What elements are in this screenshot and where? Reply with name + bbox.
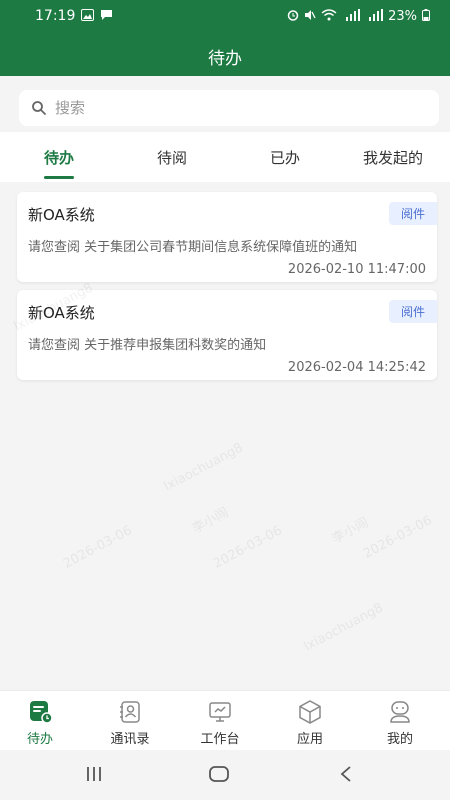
signal-icon-1	[342, 9, 361, 23]
app-header: 17:19 23% 待办	[0, 0, 450, 76]
mute-icon	[304, 9, 316, 23]
card-timestamp: 2026-02-10 11:47:00	[287, 262, 426, 277]
tab-initiated[interactable]: 我发起的	[363, 147, 423, 168]
search-input[interactable]	[55, 99, 415, 117]
gallery-icon	[81, 9, 95, 23]
home-icon	[209, 766, 229, 782]
search-icon	[32, 101, 46, 115]
card-timestamp: 2026-02-04 14:25:42	[287, 360, 426, 375]
status-bar: 17:19 23%	[0, 0, 450, 32]
search-box[interactable]	[19, 90, 439, 126]
nav-label: 工作台	[200, 732, 240, 747]
watermark-text: 2026-03-06	[360, 513, 435, 562]
back-icon	[340, 766, 351, 782]
workbench-icon	[209, 702, 231, 722]
battery-icon	[422, 9, 430, 23]
watermark-text: lxiaochuang8	[161, 440, 246, 495]
todo-icon	[30, 701, 53, 724]
tab-to-read[interactable]: 待阅	[157, 147, 187, 168]
card-description: 请您查阅 关于推荐申报集团科数奖的通知	[28, 338, 267, 353]
card-title: 新OA系统	[28, 206, 95, 224]
card-badge: 阅件	[388, 202, 437, 225]
profile-icon	[390, 701, 410, 723]
nav-label: 应用	[296, 732, 323, 747]
nav-workbench[interactable]: 工作台	[175, 691, 265, 751]
recent-apps-icon	[87, 767, 101, 781]
watermark-text: 2026-03-06	[210, 523, 285, 572]
message-icon	[100, 9, 113, 23]
nav-label: 我的	[386, 732, 413, 747]
battery-percent: 23%	[388, 8, 417, 24]
signal-icon-2	[365, 9, 384, 23]
tab-todo[interactable]: 待办	[44, 147, 74, 168]
apps-icon	[299, 700, 321, 724]
system-nav-bar	[0, 750, 450, 800]
tab-bar: 待办 待阅 已办 我发起的	[0, 132, 450, 182]
wifi-icon	[321, 9, 337, 23]
nav-label: 通讯录	[110, 732, 150, 747]
watermark-text: 李小闯	[189, 505, 232, 538]
home-button[interactable]	[208, 764, 230, 788]
page-title: 待办	[208, 49, 242, 69]
tab-done[interactable]: 已办	[270, 147, 300, 168]
recent-apps-button[interactable]	[84, 764, 104, 788]
watermark-text: lxiaochuang8	[301, 600, 386, 655]
status-time: 17:19	[35, 8, 76, 24]
task-card[interactable]: 新OA系统 阅件 请您查阅 关于推荐申报集团科数奖的通知 2026-02-04 …	[17, 290, 437, 380]
nav-apps[interactable]: 应用	[265, 691, 355, 751]
nav-label: 待办	[26, 732, 53, 747]
active-tab-indicator	[44, 176, 74, 179]
card-description: 请您查阅 关于集团公司春节期间信息系统保障值班的通知	[28, 240, 358, 255]
task-card[interactable]: 新OA系统 阅件 请您查阅 关于集团公司春节期间信息系统保障值班的通知 2026…	[17, 192, 437, 282]
nav-contacts[interactable]: 通讯录	[85, 691, 175, 751]
nav-todo[interactable]: 待办	[0, 691, 85, 751]
watermark-text: 2026-03-06	[60, 523, 135, 572]
contacts-icon	[120, 701, 140, 723]
nav-profile[interactable]: 我的	[355, 691, 445, 751]
alarm-icon	[287, 9, 299, 23]
bottom-nav: 待办 通讯录 工作台 应用 我的	[0, 690, 450, 750]
search-area	[0, 76, 450, 132]
card-title: 新OA系统	[28, 304, 95, 322]
watermark-text: 李小闯	[329, 515, 372, 548]
back-button[interactable]	[336, 764, 356, 788]
card-badge: 阅件	[388, 300, 437, 323]
